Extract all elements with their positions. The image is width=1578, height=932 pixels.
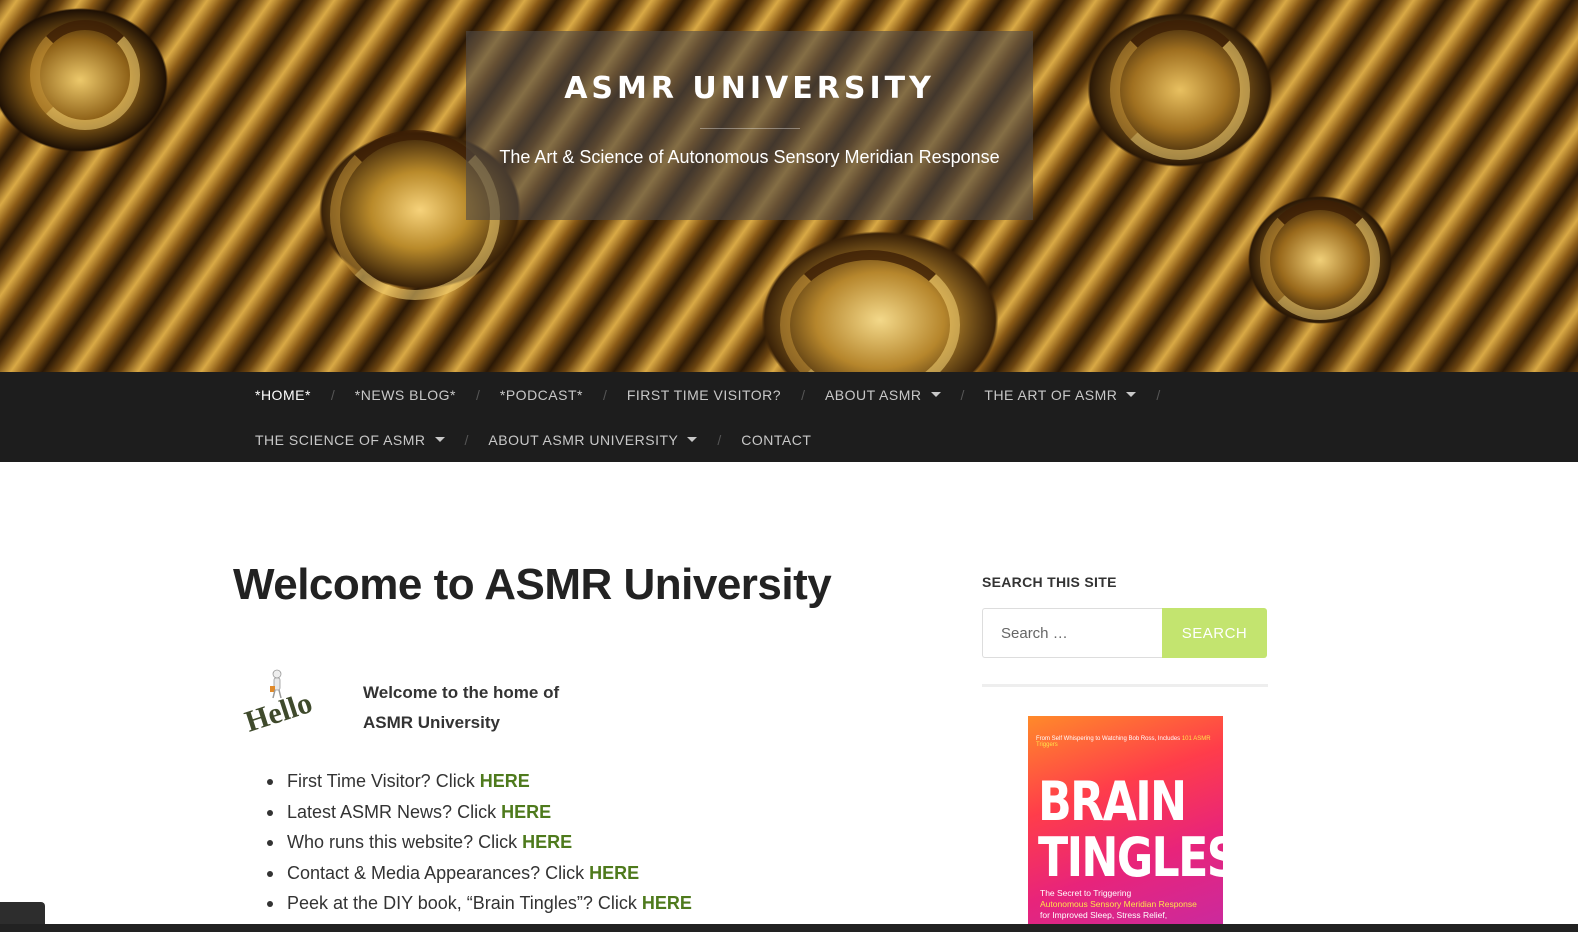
caret-down-icon bbox=[1126, 392, 1137, 397]
banner-swirl-decoration bbox=[1260, 200, 1380, 320]
search-button[interactable]: SEARCH bbox=[1162, 608, 1267, 658]
welcome-text: Welcome to the home of ASMR University bbox=[363, 678, 559, 738]
nav-row: THE SCIENCE OF ASMR / ABOUT ASMR UNIVERS… bbox=[255, 417, 811, 462]
nav-item-art-of-asmr[interactable]: THE ART OF ASMR bbox=[984, 386, 1137, 403]
nav-item-label: *PODCAST* bbox=[499, 386, 583, 403]
welcome-line: Welcome to the home of bbox=[363, 683, 560, 702]
nav-separator: / bbox=[1156, 386, 1161, 403]
nav-item-about-asmr-university[interactable]: ABOUT ASMR UNIVERSITY bbox=[488, 431, 698, 448]
nav-item-label: CONTACT bbox=[741, 431, 812, 448]
nav-separator: / bbox=[602, 386, 607, 403]
here-link[interactable]: HERE bbox=[522, 832, 572, 852]
caret-down-icon bbox=[434, 437, 445, 442]
nav-item-contact[interactable]: CONTACT bbox=[741, 432, 811, 448]
book-title-line: BRAIN bbox=[1038, 770, 1187, 833]
nav-item-label: *HOME* bbox=[255, 386, 311, 403]
widget-divider bbox=[982, 684, 1268, 687]
quick-links-list: First Time Visitor? Click HERE Latest AS… bbox=[267, 766, 692, 919]
nav-separator: / bbox=[330, 386, 335, 403]
list-item: Peek at the DIY book, “Brain Tingles”? C… bbox=[267, 888, 692, 919]
nav-item-label: THE ART OF ASMR bbox=[984, 386, 1118, 403]
nav-item-label: ABOUT ASMR UNIVERSITY bbox=[488, 431, 679, 448]
nav-item-label: ABOUT ASMR bbox=[824, 386, 922, 403]
nav-item-news-blog[interactable]: *NEWS BLOG* bbox=[355, 387, 456, 403]
site-description: The Art & Science of Autonomous Sensory … bbox=[499, 147, 1000, 167]
list-item: Who runs this website? Click HERE bbox=[267, 827, 692, 858]
list-item-text: Who runs this website? Click bbox=[287, 832, 523, 852]
here-link[interactable]: HERE bbox=[501, 802, 551, 822]
sidebar: SEARCH THIS SITE SEARCH From Self Whispe… bbox=[982, 574, 1268, 932]
nav-item-first-time-visitor[interactable]: FIRST TIME VISITOR? bbox=[627, 387, 781, 403]
book-tagline-text: From Self Whispering to Watching Bob Ros… bbox=[1036, 736, 1182, 742]
nav-separator: / bbox=[960, 386, 965, 403]
welcome-line: ASMR University bbox=[363, 713, 500, 732]
list-item-text: Contact & Media Appearances? Click bbox=[287, 862, 590, 883]
nav-separator: / bbox=[464, 431, 469, 448]
site-divider bbox=[699, 128, 800, 129]
site-title[interactable]: ASMR UNIVERSITY bbox=[466, 71, 1033, 106]
list-item: Latest ASMR News? Click HERE bbox=[267, 797, 692, 828]
nav-item-about-asmr[interactable]: ABOUT ASMR bbox=[825, 387, 941, 403]
list-item-text: Peek at the DIY book, “Brain Tingles”? C… bbox=[287, 893, 642, 913]
nav-item-label: *NEWS BLOG* bbox=[354, 386, 456, 403]
nav-item-podcast[interactable]: *PODCAST* bbox=[500, 387, 583, 403]
hello-image-text: Hello bbox=[241, 686, 316, 732]
nav-item-label: FIRST TIME VISITOR? bbox=[626, 386, 782, 403]
bottom-bar bbox=[0, 924, 1578, 932]
nav-separator: / bbox=[476, 386, 480, 403]
book-subtitle-line: for Improved Sleep, Stress Relief, bbox=[1040, 910, 1168, 920]
list-item-text: Latest ASMR News? Click bbox=[287, 801, 502, 822]
here-link[interactable]: HERE bbox=[642, 893, 692, 913]
caret-down-icon bbox=[930, 392, 941, 397]
book-cover-brain-tingles[interactable]: From Self Whispering to Watching Bob Ros… bbox=[1028, 716, 1223, 932]
book-title-line: TINGLES bbox=[1038, 826, 1223, 889]
banner-swirl-decoration bbox=[780, 250, 960, 372]
hello-image: Hello bbox=[241, 669, 316, 732]
welcome-block: Hello Welcome to the home of ASMR Univer… bbox=[233, 662, 833, 742]
search-widget-title: SEARCH THIS SITE bbox=[982, 574, 1117, 590]
nav-item-label: THE SCIENCE OF ASMR bbox=[255, 431, 426, 448]
header-banner: ASMR UNIVERSITY The Art & Science of Aut… bbox=[0, 0, 1578, 372]
list-item-text: First Time Visitor? Click bbox=[287, 771, 480, 791]
here-link[interactable]: HERE bbox=[480, 771, 530, 791]
list-item: Contact & Media Appearances? Click HERE bbox=[267, 858, 692, 889]
nav-separator: / bbox=[717, 431, 722, 448]
nav-item-home[interactable]: *HOME* bbox=[255, 387, 311, 403]
book-subtitle-line: The Secret to Triggering bbox=[1040, 888, 1132, 898]
site-branding: ASMR UNIVERSITY The Art & Science of Aut… bbox=[466, 31, 1033, 220]
here-link[interactable]: HERE bbox=[589, 863, 639, 883]
nav-item-science-of-asmr[interactable]: THE SCIENCE OF ASMR bbox=[255, 432, 445, 448]
search-form: SEARCH bbox=[982, 608, 1267, 658]
book-subtitle: The Secret to Triggering Autonomous Sens… bbox=[1040, 888, 1197, 921]
banner-swirl-decoration bbox=[30, 20, 140, 130]
book-title: BRAIN TINGLES bbox=[1038, 774, 1223, 886]
nav-separator: / bbox=[801, 386, 805, 403]
search-input[interactable] bbox=[982, 608, 1162, 658]
caret-down-icon bbox=[687, 437, 698, 442]
main-navigation: *HOME* / *NEWS BLOG* / *PODCAST* / FIRST… bbox=[0, 372, 1578, 462]
main-content: Welcome to ASMR University Hello Welcome… bbox=[233, 560, 933, 913]
book-tagline: From Self Whispering to Watching Bob Ros… bbox=[1036, 736, 1217, 748]
page-title: Welcome to ASMR University bbox=[233, 560, 832, 609]
banner-swirl-decoration bbox=[1110, 20, 1250, 160]
nav-row: *HOME* / *NEWS BLOG* / *PODCAST* / FIRST… bbox=[255, 372, 1180, 417]
book-subtitle-line: Autonomous Sensory Meridian Response bbox=[1040, 899, 1197, 909]
list-item: First Time Visitor? Click HERE bbox=[267, 766, 692, 797]
